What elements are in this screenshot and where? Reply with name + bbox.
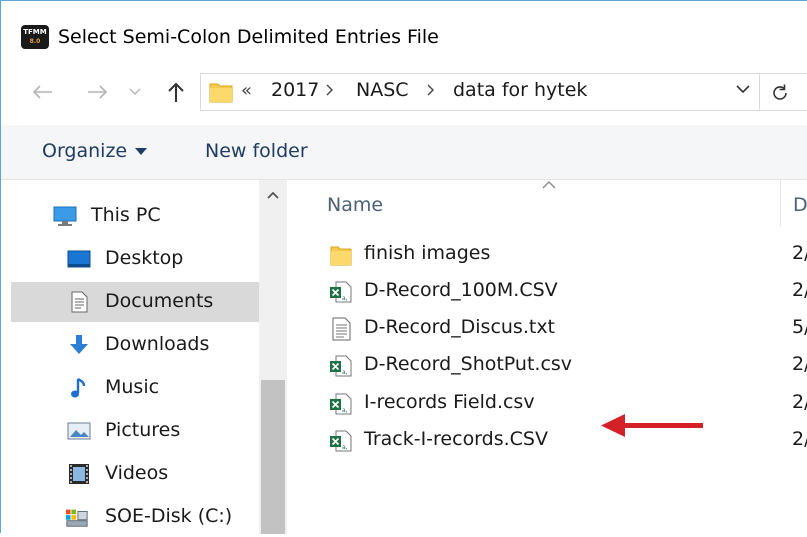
breadcrumb-nasc[interactable]: NASC	[356, 79, 409, 101]
downloads-icon	[70, 335, 88, 354]
chevron-right-icon[interactable]	[325, 83, 335, 97]
annotation-arrow-icon	[601, 414, 703, 437]
chevron-down-icon	[129, 88, 141, 95]
organize-label: Organize	[42, 140, 128, 162]
videos-icon	[69, 464, 89, 484]
desktop-icon	[67, 250, 91, 268]
file-date: 2/	[792, 353, 807, 375]
file-date: 2/	[792, 428, 807, 450]
file-name: D-Record_100M.CSV	[364, 279, 558, 301]
file-list: Name D finish images 2/ a, D-Record_100M…	[289, 180, 807, 534]
excel-csv-icon: a,	[330, 355, 352, 377]
tree-item-desktop[interactable]: Desktop	[11, 239, 261, 279]
breadcrumb-data-for-hytek[interactable]: data for hytek	[453, 79, 587, 101]
address-bar[interactable]: « 2017 NASC data for hytek	[200, 73, 760, 111]
file-date: 2/	[792, 391, 807, 413]
disk-icon	[65, 509, 88, 527]
folder-icon	[209, 83, 233, 103]
tree-item-documents[interactable]: Documents	[11, 282, 261, 322]
forward-button[interactable]	[83, 77, 113, 107]
file-name: D-Record_Discus.txt	[364, 316, 556, 338]
column-headers: Name D	[289, 180, 807, 236]
app-icon-sub: 8.0	[29, 38, 41, 45]
excel-csv-icon: a,	[330, 393, 352, 415]
address-overflow[interactable]: «	[241, 80, 252, 101]
svg-text:a,: a,	[342, 444, 348, 451]
file-row[interactable]: a, Track-I-records.CSV 2/	[289, 423, 807, 460]
arrow-up-icon	[168, 82, 184, 102]
tree-item-soe-disk[interactable]: SOE-Disk (C:)	[11, 497, 261, 537]
sort-ascending-icon	[542, 181, 556, 189]
app-icon: TFMM 8.0	[21, 25, 49, 49]
tree-label: Desktop	[105, 247, 184, 269]
tree-item-downloads[interactable]: Downloads	[11, 325, 261, 365]
tree-label: Downloads	[105, 333, 210, 355]
new-folder-button[interactable]: New folder	[205, 138, 308, 164]
column-header-name[interactable]: Name	[327, 194, 383, 216]
tree-label: Videos	[105, 462, 169, 484]
tree-label: SOE-Disk (C:)	[105, 505, 233, 527]
excel-csv-icon: a,	[330, 430, 352, 452]
scroll-thumb[interactable]	[261, 380, 285, 534]
chevron-right-icon[interactable]	[426, 83, 436, 97]
file-name: I-records Field.csv	[364, 391, 535, 413]
file-row[interactable]: a, D-Record_ShotPut.csv 2/	[289, 348, 807, 385]
scroll-up-icon[interactable]	[266, 190, 280, 200]
file-name: finish images	[364, 242, 491, 264]
file-row[interactable]: D-Record_Discus.txt 5/	[289, 311, 807, 348]
caret-down-icon	[135, 148, 148, 155]
file-name: D-Record_ShotPut.csv	[364, 353, 573, 375]
refresh-button[interactable]	[760, 73, 807, 111]
music-icon	[71, 377, 86, 398]
file-row[interactable]: a, D-Record_100M.CSV 2/	[289, 274, 807, 311]
file-name: Track-I-records.CSV	[364, 428, 548, 450]
tree-item-videos[interactable]: Videos	[11, 454, 261, 494]
text-file-icon	[332, 317, 351, 341]
column-divider[interactable]	[780, 180, 781, 226]
up-button[interactable]	[161, 77, 191, 107]
window-title: Select Semi-Colon Delimited Entries File	[58, 26, 439, 48]
file-date: 5/	[792, 316, 807, 338]
tree-item-pictures[interactable]: Pictures	[11, 411, 261, 451]
documents-icon	[71, 291, 88, 313]
navigation-bar: « 2017 NASC data for hytek	[1, 71, 807, 117]
title-bar[interactable]: TFMM 8.0 Select Semi-Colon Delimited Ent…	[1, 1, 807, 71]
tree-label: This PC	[91, 204, 161, 226]
arrow-left-icon	[32, 85, 52, 99]
back-button[interactable]	[27, 77, 57, 107]
tree-label: Pictures	[105, 419, 181, 441]
tree-label: Documents	[105, 290, 214, 312]
svg-text:a,: a,	[342, 295, 348, 302]
app-icon-text: TFMM	[23, 28, 47, 36]
tree-label: Music	[105, 376, 160, 398]
excel-csv-icon: a,	[330, 281, 352, 303]
breadcrumb-2017[interactable]: 2017	[271, 79, 319, 101]
file-date: 2/	[792, 279, 807, 301]
svg-text:a,: a,	[342, 369, 348, 376]
nav-pane-scrollbar[interactable]	[259, 180, 287, 534]
recent-locations-button[interactable]	[125, 77, 145, 107]
chevron-down-icon[interactable]	[735, 84, 751, 94]
computer-icon	[53, 206, 77, 226]
pictures-icon	[67, 422, 91, 440]
new-folder-label: New folder	[205, 140, 308, 162]
file-row[interactable]: finish images 2/	[289, 237, 807, 274]
file-row[interactable]: a, I-records Field.csv 2/	[289, 386, 807, 423]
file-open-dialog: TFMM 8.0 Select Semi-Colon Delimited Ent…	[0, 0, 807, 534]
navigation-pane: This PC Desktop Documents Downloads Musi…	[11, 180, 261, 534]
refresh-icon	[773, 84, 787, 100]
tree-item-this-pc[interactable]: This PC	[11, 196, 261, 236]
column-header-date[interactable]: D	[793, 194, 807, 216]
folder-icon	[330, 246, 352, 266]
command-bar: Organize New folder	[1, 125, 807, 180]
arrow-right-icon	[88, 85, 108, 99]
file-date: 2/	[792, 242, 807, 264]
tree-item-music[interactable]: Music	[11, 368, 261, 408]
svg-text:a,: a,	[342, 407, 348, 414]
organize-button[interactable]: Organize	[42, 138, 148, 164]
